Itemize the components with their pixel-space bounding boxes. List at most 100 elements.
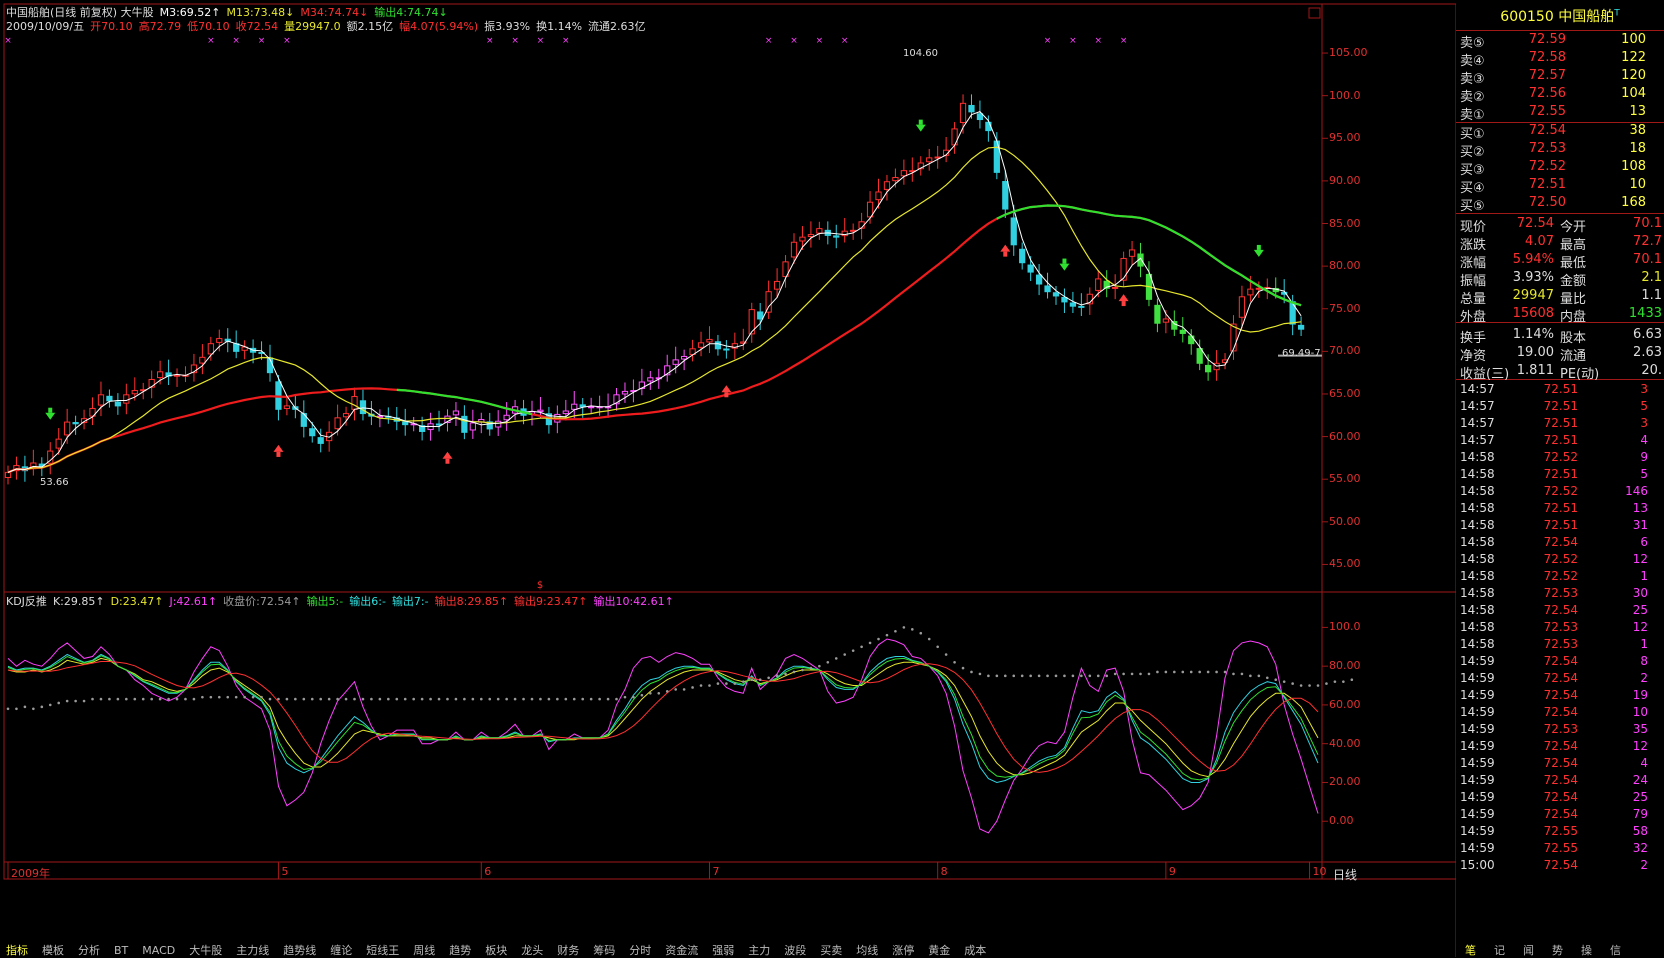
- indicator-tabs[interactable]: 指标 模板 分析 BT MACD 大牛股 主力线 趋势线 缠论 短线王 周线 趋势 板块 龙头 财务 筹码 分时…: [6, 942, 1446, 956]
- indicator-tab[interactable]: 分析: [78, 944, 100, 956]
- buy-signal-arrow: [273, 444, 284, 452]
- close-dot: [175, 697, 179, 701]
- indicator-tab[interactable]: 波段: [784, 944, 806, 956]
- quote-tab[interactable]: 势: [1552, 944, 1563, 957]
- close-dot: [1012, 674, 1016, 678]
- indicator-tab[interactable]: 主力线: [236, 944, 269, 956]
- indicator-tab[interactable]: 趋势线: [283, 944, 316, 956]
- indicator-tab[interactable]: 趋势: [449, 944, 471, 956]
- indicator-tab[interactable]: 周线: [413, 944, 435, 956]
- indicator-tab[interactable]: 成本: [964, 944, 986, 956]
- stat-value: 19.00: [1516, 345, 1554, 360]
- period-label[interactable]: 日线: [1333, 866, 1357, 883]
- quote-tab[interactable]: 闻: [1523, 944, 1534, 957]
- indicator-tab[interactable]: 模板: [42, 944, 64, 956]
- kdj-header-field: K:29.85↑: [52, 595, 105, 608]
- stat-label2: 量比: [1560, 292, 1587, 307]
- indicator-tab[interactable]: BT: [114, 944, 128, 956]
- close-dot: [1156, 670, 1159, 674]
- close-dot: [479, 697, 483, 701]
- stat-value: 3.93%: [1512, 270, 1554, 285]
- candle-body: [402, 421, 409, 426]
- candle-body: [968, 104, 975, 113]
- close-dot: [944, 653, 948, 656]
- candle-body: [1205, 364, 1212, 373]
- close-dot: [572, 697, 576, 701]
- candle-body: [1035, 274, 1043, 285]
- indicator-tab[interactable]: 短线王: [366, 944, 399, 956]
- trade-time: 14:58: [1460, 518, 1495, 532]
- indicator-tab[interactable]: MACD: [142, 944, 175, 956]
- kdj-header-field: 收盘价:72.54↑: [223, 595, 301, 608]
- indicator-tab[interactable]: 涨停: [892, 944, 914, 956]
- indicator-tab[interactable]: 板块: [485, 944, 507, 956]
- kdj-header-field: 输出7:-: [391, 595, 429, 608]
- close-dot: [877, 637, 880, 641]
- candle-body: [435, 423, 443, 426]
- indicator-tab[interactable]: 筹码: [593, 944, 615, 956]
- quote-tab[interactable]: 操: [1581, 944, 1592, 957]
- candle-body: [765, 291, 772, 313]
- stat-label2: 股本: [1560, 331, 1587, 346]
- trade-time: 14:58: [1460, 484, 1495, 498]
- order-price: 72.53: [1528, 141, 1566, 156]
- quote-tab[interactable]: 信: [1610, 944, 1621, 957]
- indicator-tab[interactable]: 大牛股: [189, 944, 222, 956]
- kdj-tick-label: 100.0: [1329, 620, 1361, 634]
- trade-tick-row: 14:59 72.54 4: [1456, 756, 1664, 774]
- close-dot: [894, 629, 897, 633]
- trade-volume: 79: [1632, 807, 1648, 821]
- sell-signal-arrow: [915, 124, 926, 132]
- candle-body: [790, 241, 798, 258]
- quote-tab[interactable]: 笔: [1465, 944, 1476, 957]
- indicator-tab[interactable]: 主力: [748, 944, 770, 956]
- trade-price: 72.52: [1543, 450, 1578, 464]
- close-dot: [158, 697, 162, 701]
- indicator-tab[interactable]: 指标: [6, 944, 28, 956]
- indicator-tab[interactable]: 龙头: [521, 944, 543, 956]
- indicator-tab[interactable]: 强弱: [712, 944, 734, 956]
- trade-volume: 1: [1640, 637, 1648, 651]
- trade-tick-row: 14:59 72.54 24: [1456, 773, 1664, 791]
- indicator-tab[interactable]: 均线: [856, 944, 878, 956]
- trade-volume: 5: [1640, 399, 1648, 413]
- close-dot: [885, 633, 889, 637]
- close-dot: [1037, 674, 1041, 678]
- close-dot: [463, 697, 466, 701]
- close-dot: [1181, 670, 1185, 674]
- indicator-tab[interactable]: 黄金: [928, 944, 950, 956]
- signal-mark: ×: [537, 36, 545, 46]
- close-dot: [1096, 674, 1100, 678]
- indicator-tab[interactable]: 分时: [629, 944, 651, 956]
- chart-canvas[interactable]: × × × × × × × × × × × × × × × × × $: [0, 0, 1456, 957]
- candle-body: [672, 359, 679, 365]
- buy-signal-arrow: [1000, 244, 1011, 252]
- close-dot: [995, 674, 999, 678]
- quote-stat-row: 现价 72.54 今开 70.1: [1456, 216, 1664, 235]
- order-level: 卖②: [1460, 90, 1485, 105]
- close-dot: [65, 699, 69, 703]
- indicator-tab[interactable]: 买卖: [820, 944, 842, 956]
- kdj-header-field: 输出10:42.61↑: [593, 595, 674, 608]
- quote-tabs[interactable]: 笔记闻势操信: [1456, 942, 1664, 957]
- trade-volume: 4: [1640, 756, 1648, 770]
- indicator-tab[interactable]: 财务: [557, 944, 579, 956]
- order-price: 72.56: [1528, 86, 1566, 101]
- price-tick-label: 85.00: [1329, 216, 1361, 230]
- indicator-tab[interactable]: 缠论: [330, 944, 352, 956]
- trade-time: 14:58: [1460, 450, 1495, 464]
- close-dot: [1071, 674, 1075, 678]
- trade-tick-row: 14:59 72.54 2: [1456, 671, 1664, 689]
- quote-tab[interactable]: 记: [1494, 944, 1505, 957]
- header-field: M34:74.74↓: [300, 6, 369, 19]
- signal-mark: ×: [283, 36, 291, 46]
- order-price: 72.59: [1528, 32, 1566, 47]
- header-field: 中国船舶(日线 前复权) 大牛股: [6, 6, 154, 19]
- buy-signal-arrow: [442, 451, 453, 459]
- trade-price: 72.51: [1543, 416, 1578, 430]
- close-dot: [217, 695, 221, 699]
- trade-tick-row: 14:58 72.54 25: [1456, 603, 1664, 621]
- order-book-row: 卖① 72.55 13: [1456, 104, 1664, 123]
- indicator-tab[interactable]: 资金流: [665, 944, 698, 956]
- order-volume: 108: [1621, 159, 1646, 174]
